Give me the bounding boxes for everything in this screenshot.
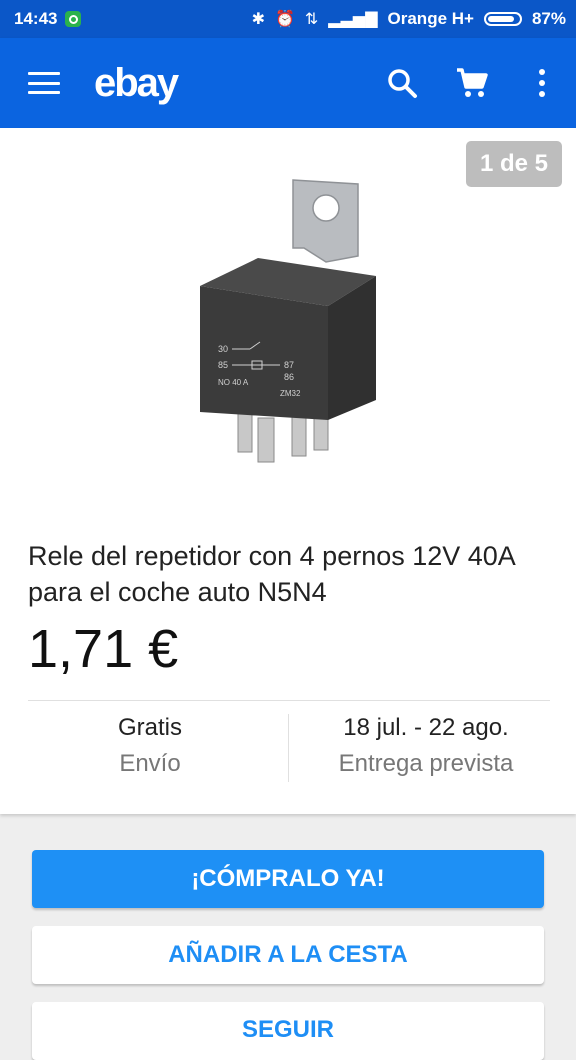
whatsapp-notification-icon (65, 11, 82, 27)
image-counter: 1 de 5 (465, 141, 562, 187)
status-indicators: ✱ ⏰ ⇅ ▂▃▅▇ Orange H+ 87% (252, 9, 566, 29)
battery-percent: 87% (531, 9, 566, 28)
product-card: 1 de 5 30 85 87 86 NO 40 A ZM32 Rele del… (0, 128, 576, 814)
relay-pin-30-label: 30 (218, 344, 228, 354)
add-to-cart-button[interactable]: AÑADIR A LA CESTA (32, 926, 544, 984)
ebay-logo[interactable]: ebay (94, 61, 179, 106)
carrier-name: Orange H+ (387, 9, 474, 28)
shipping-divider (288, 714, 289, 782)
shipping-cost-value: Gratis (117, 714, 182, 741)
relay-rating-label: NO 40 A (218, 378, 249, 387)
alarm-icon: ⏰ (274, 11, 295, 28)
shipping-cost: Gratis Envío (20, 714, 280, 778)
search-icon[interactable] (380, 61, 424, 105)
relay-pin-85-label: 85 (218, 360, 228, 370)
relay-pin-86-label: 86 (284, 372, 294, 382)
relay-model-label: ZM32 (280, 389, 301, 398)
data-transfer-icon: ⇅ (304, 11, 319, 28)
delivery-estimate-label: Entrega prevista (338, 750, 514, 777)
bluetooth-icon: ✱ (251, 11, 265, 28)
buy-now-button[interactable]: ¡CÓMPRALO YA! (32, 850, 544, 908)
delivery-estimate: 18 jul. - 22 ago. Entrega prevista (296, 714, 556, 778)
status-time: 14:43 (14, 9, 58, 28)
follow-button[interactable]: SEGUIR (32, 1002, 544, 1060)
shipping-cost-label: Envío (119, 750, 181, 777)
app-bar: ebay (0, 38, 576, 128)
divider (28, 700, 550, 701)
product-title: Rele del repetidor con 4 pernos 12V 40A … (28, 541, 515, 607)
relay-pin-87-label: 87 (284, 360, 294, 370)
status-bar: 14:43 ✱ ⏰ ⇅ ▂▃▅▇ Orange H+ 87% (0, 0, 576, 38)
delivery-estimate-value: 18 jul. - 22 ago. (343, 714, 509, 741)
signal-icon: ▂▃▅▇ (328, 11, 378, 28)
cart-icon[interactable] (450, 61, 494, 105)
battery-icon (483, 12, 522, 26)
product-price: 1,71 € (28, 619, 179, 679)
product-image[interactable]: 30 85 87 86 NO 40 A ZM32 (180, 172, 400, 472)
menu-icon[interactable] (28, 72, 60, 94)
more-vert-icon[interactable] (520, 61, 564, 105)
